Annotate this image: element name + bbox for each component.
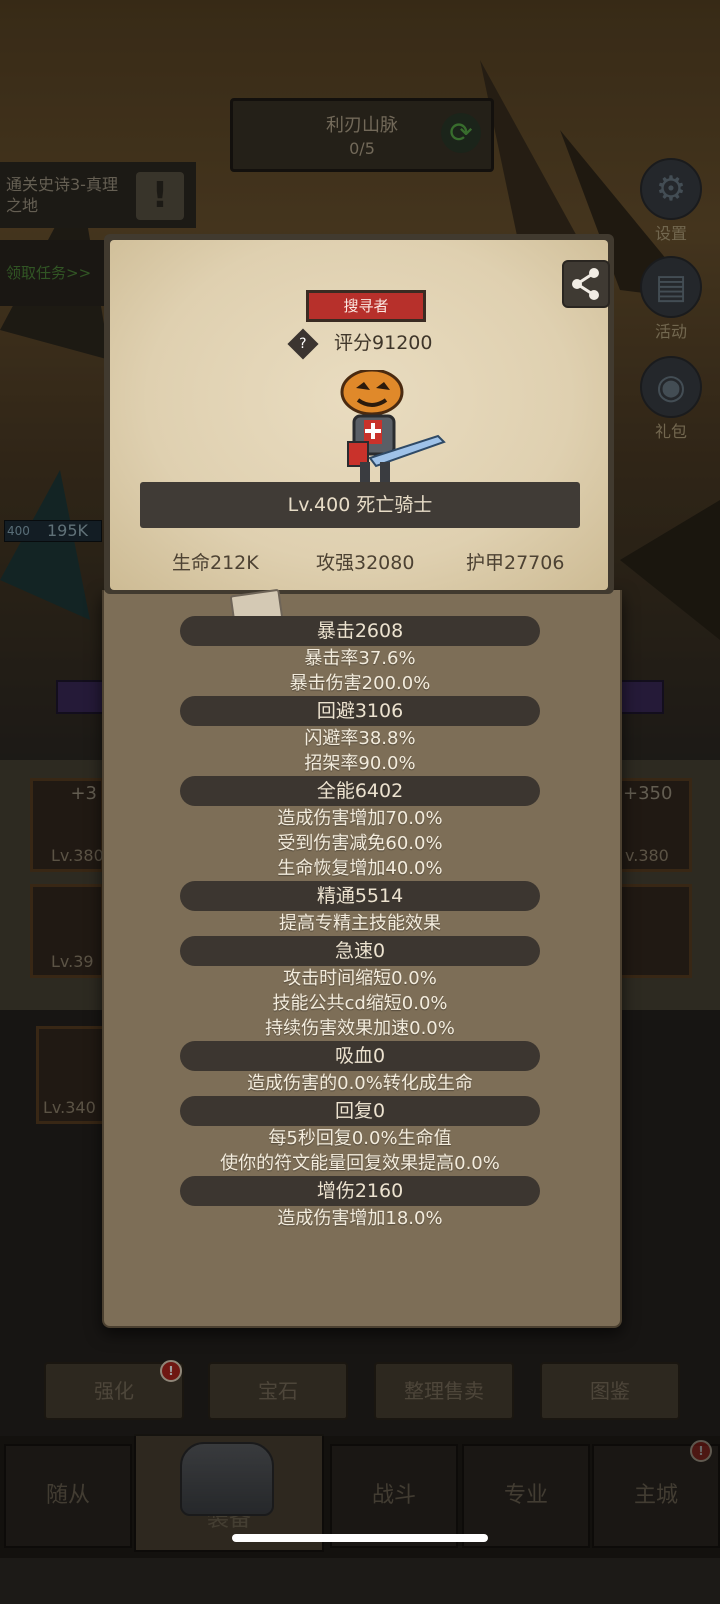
parchment-background: 搜寻者 ? 评分91200 Lv.400 死亡骑士 生命212K 攻强32080… bbox=[110, 240, 610, 590]
stat-line: 提高专精主技能效果 bbox=[279, 913, 441, 934]
stat-line: 暴击率37.6% bbox=[304, 648, 416, 669]
class-tag: 搜寻者 bbox=[306, 290, 426, 322]
character-level-name: Lv.400 死亡骑士 bbox=[140, 482, 580, 528]
character-portrait bbox=[340, 370, 446, 486]
character-card: 搜寻者 ? 评分91200 Lv.400 死亡骑士 生命212K 攻强32080… bbox=[104, 234, 614, 594]
rating-value: 评分91200 bbox=[334, 332, 433, 354]
stat-haste: 急速0 bbox=[180, 936, 540, 966]
stat-line: 造成伤害增加70.0% bbox=[277, 808, 443, 829]
stat-line: 每5秒回复0.0%生命值 bbox=[268, 1128, 452, 1149]
stat-line: 持续伤害效果加速0.0% bbox=[265, 1018, 455, 1039]
stat-damage-bonus: 增伤2160 bbox=[180, 1176, 540, 1206]
stat-mastery: 精通5514 bbox=[180, 881, 540, 911]
question-icon[interactable]: ? bbox=[287, 327, 319, 360]
attack-stat: 攻强32080 bbox=[316, 552, 415, 574]
home-indicator[interactable] bbox=[232, 1534, 488, 1542]
stat-lifesteal: 吸血0 bbox=[180, 1041, 540, 1071]
stat-line: 使你的符文能量回复效果提高0.0% bbox=[220, 1153, 500, 1174]
stat-regen: 回复0 bbox=[180, 1096, 540, 1126]
armor-stat: 护甲27706 bbox=[466, 552, 565, 574]
stat-line: 受到伤害减免60.0% bbox=[277, 833, 443, 854]
share-button[interactable] bbox=[562, 260, 610, 308]
stat-versatility: 全能6402 bbox=[180, 776, 540, 806]
stat-line: 技能公共cd缩短0.0% bbox=[272, 993, 448, 1014]
stat-line: 暴击伤害200.0% bbox=[289, 673, 431, 694]
stat-line: 招架率90.0% bbox=[304, 753, 416, 774]
stat-crit: 暴击2608 bbox=[180, 616, 540, 646]
stat-line: 造成伤害的0.0%转化成生命 bbox=[247, 1073, 473, 1094]
stat-dodge: 回避3106 bbox=[180, 696, 540, 726]
share-icon bbox=[572, 268, 599, 300]
rating: ? 评分91200 bbox=[287, 327, 433, 360]
hp-stat: 生命212K bbox=[172, 552, 259, 574]
stat-line: 造成伤害增加18.0% bbox=[277, 1208, 443, 1229]
stat-line: 生命恢复增加40.0% bbox=[277, 858, 443, 879]
stats-list: 暴击2608 暴击率37.6% 暴击伤害200.0% 回避3106 闪避率38.… bbox=[102, 616, 618, 1231]
stat-line: 闪避率38.8% bbox=[304, 728, 416, 749]
stat-line: 攻击时间缩短0.0% bbox=[283, 968, 437, 989]
base-stats: 生命212K 攻强32080 护甲27706 bbox=[110, 548, 608, 578]
